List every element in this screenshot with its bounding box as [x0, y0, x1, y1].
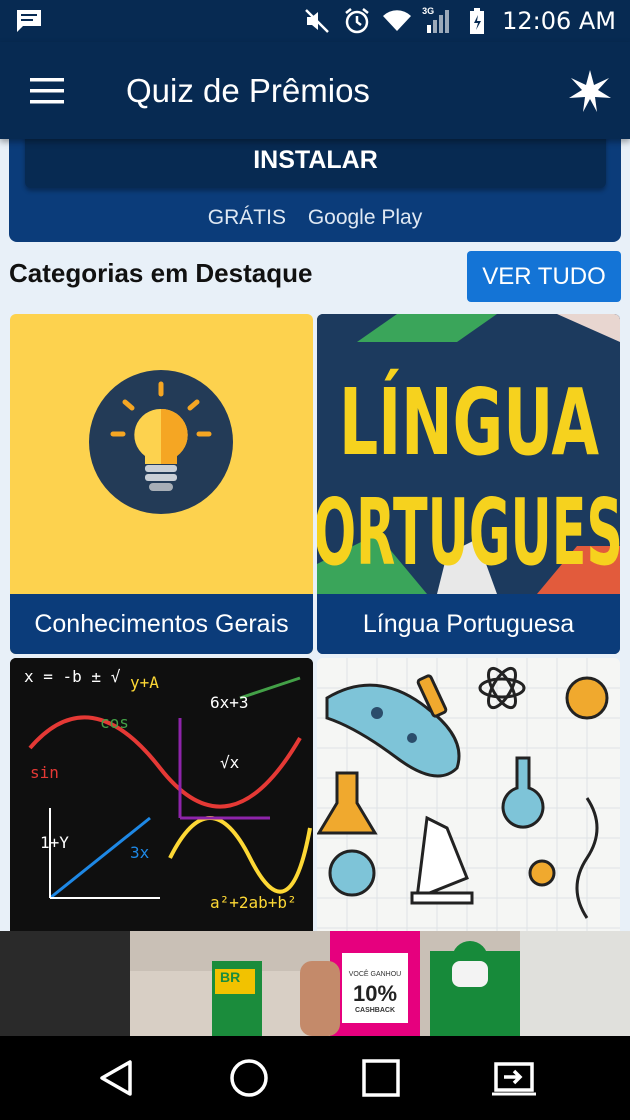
math-formulas-image: x = -b ± √ y+A 6x+3 sin cos √x 3x 1+Y a²+2ab+b² [10, 658, 313, 938]
formula-text: y+A [130, 673, 159, 692]
screen-cast-icon [491, 1062, 536, 1096]
hamburger-menu-icon [30, 77, 64, 103]
ad-banner-image [0, 931, 630, 1036]
mute-icon [302, 6, 332, 36]
section-title: Categorias em Destaque [9, 258, 313, 288]
app-title: Quiz de Prêmios [126, 71, 370, 109]
app-bar: Quiz de Prêmios [0, 42, 630, 139]
formula-text: cos [100, 713, 129, 732]
home-icon [230, 1059, 268, 1097]
system-nav-bar [0, 1036, 630, 1120]
home-button[interactable] [214, 1043, 284, 1113]
install-ad-card: INSTALAR GRÁTIS Google Play [9, 132, 621, 242]
clock: 12:06 AM [502, 7, 616, 35]
signal-icon: 3G [422, 6, 452, 36]
ad-badge-value: 10% [352, 981, 398, 1006]
status-left [14, 6, 302, 36]
battery-icon [462, 6, 492, 36]
category-label: Língua Portuguesa [317, 594, 620, 654]
formula-text: x = -b ± √ [24, 667, 121, 686]
sparkle-button[interactable] [550, 42, 630, 139]
formula-text: a²+2ab+b² [210, 893, 297, 912]
recents-icon [362, 1059, 400, 1097]
menu-button[interactable] [0, 42, 96, 139]
ad-banner[interactable]: BR VOCÊ GANHOU 10% CASHBACK [0, 931, 630, 1036]
poster-text-1: LÍNGUA [339, 368, 599, 476]
back-button[interactable] [81, 1043, 151, 1113]
category-tile-general-knowledge[interactable]: Conhecimentos Gerais [10, 314, 313, 654]
see-all-button[interactable]: VER TUDO [467, 251, 621, 302]
lightbulb-icon [89, 370, 233, 514]
portuguese-poster-image: LÍNGUA ORTUGUES [317, 314, 620, 594]
formula-text: 1+Y [40, 833, 69, 852]
message-icon [14, 6, 44, 36]
back-icon [100, 1060, 132, 1096]
screen-cast-button[interactable] [479, 1043, 549, 1113]
ad-brand-label: BR [220, 969, 241, 985]
store-label: Google Play [307, 206, 423, 229]
status-right: 3G 12:06 AM [302, 6, 616, 36]
science-illustration-image [317, 658, 620, 938]
category-tile-portuguese[interactable]: LÍNGUA ORTUGUES Língua Portuguesa [317, 314, 620, 654]
install-meta: GRÁTIS Google Play [9, 206, 621, 230]
price-label: GRÁTIS [207, 206, 286, 229]
formula-text: sin [30, 763, 59, 782]
status-bar: 3G 12:06 AM [0, 0, 630, 42]
install-button[interactable]: INSTALAR [25, 132, 606, 188]
poster-text-2: ORTUGUES [317, 479, 620, 586]
ad-badge-bottom: CASHBACK [354, 1007, 396, 1014]
recents-button[interactable] [346, 1043, 416, 1113]
formula-text: √x [220, 753, 240, 772]
formula-text: 3x [130, 843, 150, 862]
formula-text: 6x+3 [210, 693, 249, 712]
category-tile-math[interactable]: x = -b ± √ y+A 6x+3 sin cos √x 3x 1+Y a²+2ab+b² [10, 658, 313, 938]
network-type-label: 3G [422, 6, 435, 16]
wifi-icon [382, 6, 412, 36]
ad-badge-top: VOCÊ GANHOU [348, 971, 402, 978]
alarm-icon [342, 6, 372, 36]
category-label: Conhecimentos Gerais [10, 594, 313, 654]
category-tile-science[interactable] [317, 658, 620, 938]
sparkle-icon [569, 69, 611, 112]
